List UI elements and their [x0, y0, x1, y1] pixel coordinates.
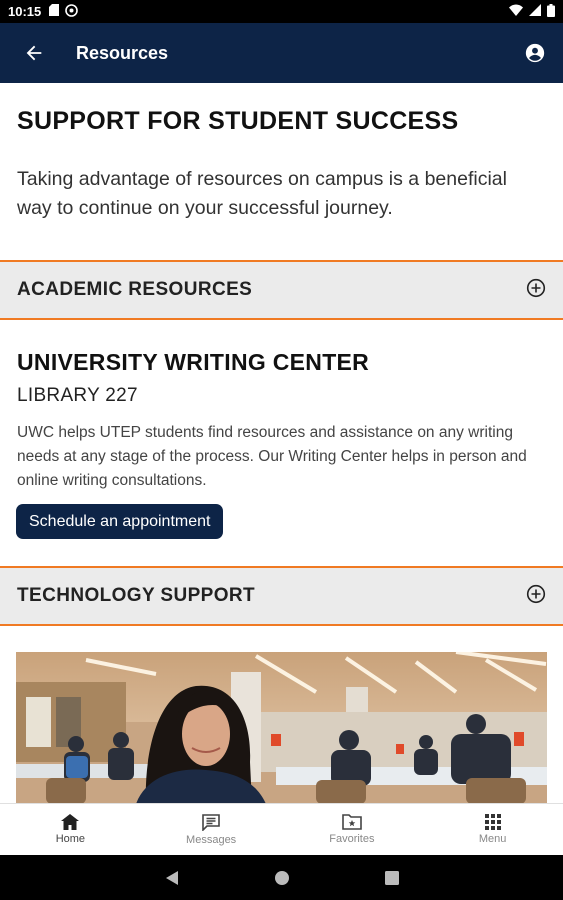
page-heading: SUPPORT FOR STUDENT SUCCESS: [17, 107, 459, 135]
section-academic-resources[interactable]: ACADEMIC RESOURCES: [0, 260, 563, 320]
intro-text: Taking advantage of resources on campus …: [17, 168, 507, 219]
plus-circle-icon[interactable]: [526, 584, 546, 609]
bottom-navigation: Home Messages Favorites Menu: [0, 803, 563, 855]
status-time: 10:15: [8, 4, 42, 19]
schedule-appointment-button[interactable]: Schedule an appointment: [16, 504, 224, 539]
writing-center-location: LIBRARY 227: [17, 385, 138, 406]
circle-home-icon: [274, 870, 289, 885]
nav-label: Home: [55, 833, 86, 845]
at-sign-icon: [65, 3, 79, 20]
content-area: SUPPORT FOR STUDENT SUCCESS Taking advan…: [0, 83, 563, 803]
nav-menu[interactable]: Menu: [422, 804, 563, 855]
account-button[interactable]: [507, 23, 563, 83]
back-button[interactable]: [6, 23, 62, 83]
section-label: TECHNOLOGY SUPPORT: [17, 585, 256, 606]
square-recents-icon: [384, 870, 399, 885]
nav-home[interactable]: Home: [0, 804, 141, 855]
battery-icon: [547, 3, 555, 20]
status-bar: 10:15: [0, 0, 563, 23]
system-navigation-bar: [0, 855, 563, 900]
writing-center-title: UNIVERSITY WRITING CENTER: [17, 349, 370, 375]
nav-messages[interactable]: Messages: [141, 804, 282, 855]
nav-label: Favorites: [329, 833, 375, 845]
sd-card-icon: [49, 4, 60, 19]
grid-icon: [484, 814, 501, 830]
system-recents-button[interactable]: [384, 870, 399, 885]
writing-center-description: UWC helps UTEP students find resources a…: [17, 424, 527, 489]
triangle-back-icon: [165, 870, 178, 885]
section-label: ACADEMIC RESOURCES: [17, 279, 253, 300]
plus-circle-icon[interactable]: [526, 278, 546, 303]
section-technology-support[interactable]: TECHNOLOGY SUPPORT: [0, 566, 563, 626]
arrow-left-icon: [26, 45, 42, 61]
system-back-button[interactable]: [165, 870, 179, 886]
technology-support-photo: [16, 652, 547, 803]
app-bar-title: Resources: [76, 42, 169, 63]
message-icon: [202, 813, 220, 831]
signal-icon: [529, 4, 541, 19]
nav-label: Menu: [478, 833, 507, 845]
account-circle-icon: [525, 43, 545, 63]
nav-label: Messages: [186, 833, 237, 846]
app-bar: Resources: [0, 23, 563, 83]
folder-star-icon: [342, 814, 362, 830]
home-icon: [61, 814, 80, 830]
wifi-icon: [509, 4, 523, 19]
status-right-icons: [509, 3, 555, 20]
app-screen: 10:15 Resources SUPPORT FOR STUDENT SUCC…: [0, 0, 563, 900]
system-home-button[interactable]: [274, 870, 290, 886]
nav-favorites[interactable]: Favorites: [282, 804, 423, 855]
